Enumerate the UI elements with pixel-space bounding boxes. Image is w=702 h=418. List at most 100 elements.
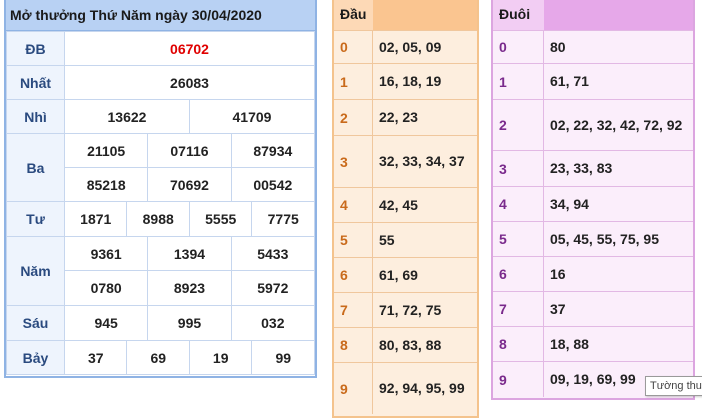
dau-numbers: 02, 05, 09 (379, 38, 442, 55)
dau-header-label: Đầu (334, 0, 373, 30)
dau-row: 5 55 (334, 222, 477, 257)
dau-table: Đầu 0 02, 05, 09 1 16, 18, 19 2 22, 23 3 32,… (332, 0, 479, 418)
prize-number: 1871 (63, 201, 128, 237)
prize-label: Tư (6, 201, 65, 237)
duoi-digit: 7 (493, 292, 544, 326)
dau-numbers: 22, 23 (379, 109, 418, 125)
prize-row-nam: Năm 9361 1394 5433 (6, 236, 316, 306)
prize-number: 19 (188, 340, 253, 375)
duoi-row: 6 16 (493, 256, 693, 291)
dau-digit: 0 (334, 31, 373, 63)
duoi-numbers: 02, 22, 32, 42, 72, 92 (550, 116, 683, 133)
duoi-table: Đuôi 0 80 1 61, 71 2 02, 22, 32, 42, 72, 92… (491, 0, 695, 400)
duoi-row: 0 80 (493, 30, 693, 63)
dau-numbers: 71, 72, 75 (379, 301, 442, 318)
prize-number: 87934 (230, 133, 316, 168)
duoi-numbers: 80 (550, 38, 566, 55)
dau-numbers: 55 (379, 231, 395, 248)
duoi-row: 1 61, 71 (493, 63, 693, 99)
duoi-numbers: 23, 33, 83 (550, 160, 613, 176)
dau-row: 2 22, 23 (334, 99, 477, 135)
duoi-numbers: 18, 88 (550, 335, 589, 352)
dau-row: 4 42, 45 (334, 187, 477, 222)
dau-digit: 5 (334, 223, 373, 257)
duoi-header: Đuôi (493, 0, 693, 30)
dau-digit: 9 (334, 363, 373, 414)
dau-row: 9 92, 94, 95, 99 (334, 362, 477, 414)
results-title: Mở thưởng Thứ Năm ngày 30/04/2020 (6, 0, 315, 31)
duoi-row: 8 18, 88 (493, 326, 693, 361)
duoi-numbers: 05, 45, 55, 75, 95 (550, 230, 659, 247)
duoi-numbers: 37 (550, 300, 566, 317)
prize-number: 37 (63, 340, 128, 375)
duoi-header-blank (544, 0, 693, 30)
dau-digit: 4 (334, 188, 373, 222)
prize-number: 00542 (230, 167, 316, 202)
dau-numbers: 92, 94, 95, 99 (379, 380, 465, 396)
duoi-numbers: 34, 94 (550, 195, 589, 212)
prize-number: 99 (251, 340, 315, 375)
duoi-numbers: 61, 71 (550, 73, 589, 89)
duoi-row: 4 34, 94 (493, 186, 693, 221)
prize-number: 5972 (230, 270, 316, 306)
dau-digit: 3 (334, 136, 373, 187)
prize-number: 032 (230, 305, 316, 341)
dau-row: 0 02, 05, 09 (334, 30, 477, 63)
duoi-row: 3 23, 33, 83 (493, 150, 693, 186)
prize-number: 5555 (188, 201, 253, 237)
prize-label: Ba (6, 133, 65, 202)
dau-numbers: 80, 83, 88 (379, 336, 442, 353)
dau-numbers: 16, 18, 19 (379, 73, 442, 89)
prize-number: 8923 (147, 270, 232, 306)
prize-row-nhat: Nhất 26083 (6, 65, 315, 100)
prize-number: 07116 (147, 133, 232, 168)
prize-label: Năm (6, 236, 65, 306)
prize-row-bay: Bảy 37 69 19 99 (6, 340, 315, 375)
duoi-row: 2 02, 22, 32, 42, 72, 92 (493, 99, 693, 150)
dau-digit: 1 (334, 64, 373, 99)
duoi-row: 7 37 (493, 291, 693, 326)
prize-label: ĐB (6, 31, 65, 66)
duoi-numbers: 16 (550, 265, 566, 282)
duoi-row: 5 05, 45, 55, 75, 95 (493, 221, 693, 256)
prize-number: 13622 (64, 99, 190, 134)
dau-row: 6 61, 69 (334, 257, 477, 292)
dau-header: Đầu (334, 0, 477, 30)
dau-row: 8 80, 83, 88 (334, 327, 477, 362)
prize-number: 5433 (230, 236, 316, 271)
prize-row-nhi: Nhì 13622 41709 (6, 99, 316, 134)
prize-number: 70692 (147, 167, 232, 202)
dau-numbers: 61, 69 (379, 266, 418, 283)
prize-label: Sáu (6, 305, 65, 341)
prize-number: 8988 (126, 201, 190, 237)
prize-number: 69 (126, 340, 190, 375)
duoi-digit: 5 (493, 222, 544, 256)
prize-number: 85218 (63, 167, 149, 202)
duoi-digit: 9 (493, 362, 544, 397)
dau-digit: 7 (334, 293, 373, 327)
dau-row: 3 32, 33, 34, 37 (334, 135, 477, 187)
prize-label: Nhất (6, 65, 65, 100)
duoi-digit: 3 (493, 151, 544, 186)
prize-row-tu: Tư 1871 8988 5555 7775 (6, 201, 315, 237)
prize-row-db: ĐB 06702 (6, 31, 315, 66)
prize-number: 41709 (188, 99, 316, 134)
dau-header-blank (373, 0, 477, 30)
duoi-digit: 8 (493, 327, 544, 361)
prize-number: 995 (147, 305, 232, 341)
duoi-header-label: Đuôi (493, 0, 544, 30)
prize-row-sau: Sáu 945 995 032 (6, 305, 316, 341)
prize-number: 0780 (63, 270, 149, 306)
duoi-digit: 2 (493, 100, 544, 150)
prize-label: Nhì (6, 99, 65, 134)
prize-number: 26083 (64, 65, 315, 100)
special-prize-number: 06702 (64, 31, 315, 66)
dau-digit: 6 (334, 258, 373, 292)
prize-label: Bảy (6, 340, 65, 375)
duoi-digit: 6 (493, 257, 544, 291)
prize-row-ba: Ba 21105 07116 87934 (6, 133, 316, 202)
duoi-digit: 0 (493, 31, 544, 63)
prize-number: 945 (63, 305, 149, 341)
dau-numbers: 42, 45 (379, 196, 418, 213)
dau-digit: 2 (334, 100, 373, 135)
